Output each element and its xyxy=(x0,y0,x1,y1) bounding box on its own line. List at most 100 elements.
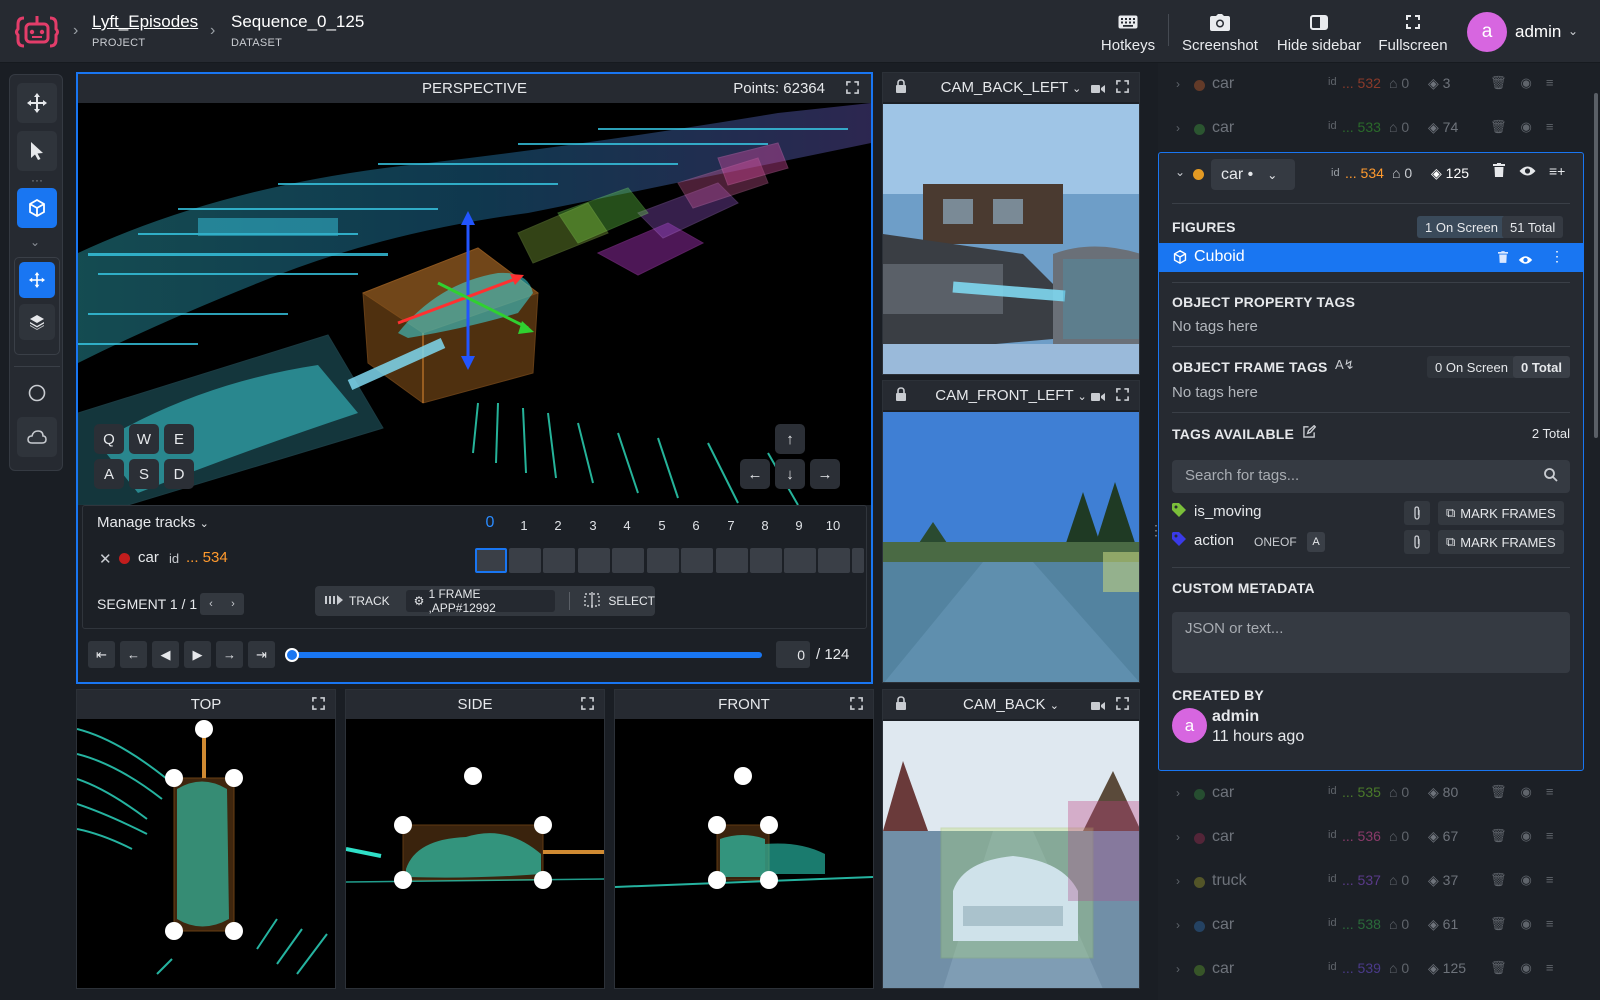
timeline-cell[interactable] xyxy=(852,548,864,573)
object-row[interactable]: › car id ... 536 ⌂ 0 ◈ 67 🗑◉≡ xyxy=(1158,816,1583,860)
object-row-actions[interactable]: 🗑◉≡ xyxy=(1490,872,1567,888)
chevron-down-icon[interactable]: ⌄ xyxy=(1175,165,1185,179)
figure-row[interactable]: Cuboid ⋮ xyxy=(1159,243,1583,272)
key-s[interactable]: S xyxy=(129,459,159,489)
hide-sidebar-button[interactable]: Hide sidebar xyxy=(1275,12,1363,54)
pointcloud-tool-button[interactable] xyxy=(17,417,57,457)
frame-number[interactable]: 2 xyxy=(543,518,573,533)
user-avatar[interactable]: a xyxy=(1467,12,1507,52)
camera-selector[interactable]: CAM_FRONT_LEFT ⌄ xyxy=(935,387,1086,404)
arrow-up-icon[interactable]: ↑ xyxy=(775,424,805,454)
front-view-canvas[interactable] xyxy=(615,719,873,988)
arrow-down-icon[interactable]: ↓ xyxy=(775,459,805,489)
cuboid-tool-button[interactable] xyxy=(17,188,57,228)
timeline-cell[interactable] xyxy=(818,548,850,573)
camera-selector[interactable]: CAM_BACK_LEFT ⌄ xyxy=(941,79,1082,96)
timeline-cell[interactable] xyxy=(784,548,816,573)
timeline-cell[interactable] xyxy=(612,548,644,573)
frame-number[interactable]: 5 xyxy=(647,518,677,533)
expand-icon[interactable] xyxy=(1116,388,1129,405)
object-row[interactable]: › truck id ... 537 ⌂ 0 ◈ 37 🗑◉≡ xyxy=(1158,860,1583,904)
hotkeys-button[interactable]: Hotkeys xyxy=(1096,12,1160,54)
chevron-right-icon[interactable]: › xyxy=(231,598,235,610)
arrow-left-icon[interactable]: ← xyxy=(740,459,770,489)
object-row[interactable]: › car id ... 539 ⌂ 0 ◈ 125 🗑◉≡ xyxy=(1158,948,1583,992)
transform-tool-button[interactable] xyxy=(19,262,55,298)
expand-icon[interactable] xyxy=(581,697,594,714)
timeline-cell[interactable] xyxy=(647,548,679,573)
timeline-slider-knob[interactable] xyxy=(285,648,299,662)
add-list-icon[interactable]: ≡+ xyxy=(1549,163,1565,179)
lock-icon[interactable] xyxy=(895,79,907,97)
timeline-cell[interactable] xyxy=(543,548,575,573)
pointcloud-3d-canvas[interactable]: Q W E A S D ↑ ← ↓ → xyxy=(78,103,871,505)
chevron-right-icon[interactable]: › xyxy=(1176,121,1180,135)
segment-pager[interactable]: ‹ › xyxy=(200,593,244,615)
paperclip-icon[interactable] xyxy=(1404,530,1430,554)
object-row-actions[interactable]: 🗑◉≡ xyxy=(1490,119,1567,135)
object-row-actions[interactable]: 🗑◉≡ xyxy=(1490,916,1567,932)
frame-number[interactable]: 6 xyxy=(681,518,711,533)
side-view-canvas[interactable] xyxy=(346,719,604,988)
key-e[interactable]: E xyxy=(164,424,194,454)
breadcrumb-project[interactable]: Lyft_Episodes PROJECT xyxy=(92,12,198,49)
eye-icon[interactable] xyxy=(1518,252,1533,270)
object-row-actions[interactable]: 🗑◉≡ xyxy=(1490,828,1567,844)
chevron-left-icon[interactable]: ‹ xyxy=(209,598,213,610)
timeline-cell[interactable] xyxy=(750,548,782,573)
first-frame-icon[interactable]: ⇤ xyxy=(88,641,115,668)
top-view-canvas[interactable] xyxy=(77,719,335,988)
last-frame-icon[interactable]: ⇥ xyxy=(248,641,275,668)
expand-icon[interactable] xyxy=(850,697,863,714)
frame-number[interactable]: 10 xyxy=(818,518,848,533)
edit-icon[interactable] xyxy=(1303,424,1317,443)
eye-icon[interactable] xyxy=(1519,164,1536,182)
arrow-right-icon[interactable]: → xyxy=(810,459,840,489)
object-row[interactable]: › car id ... 535 ⌂ 0 ◈ 80 🗑◉≡ xyxy=(1158,772,1583,816)
frame-number[interactable]: 7 xyxy=(716,518,746,533)
key-w[interactable]: W xyxy=(129,424,159,454)
app-logo-icon[interactable] xyxy=(14,12,60,52)
timeline-cell[interactable] xyxy=(509,548,541,573)
timeline-cell[interactable] xyxy=(681,548,713,573)
expand-icon[interactable] xyxy=(1116,80,1129,97)
trash-icon[interactable] xyxy=(1493,163,1505,182)
class-selector[interactable]: car • ⌄ xyxy=(1211,159,1295,190)
object-row[interactable]: › car id ... 532 ⌂ 0 ◈ 3 🗑◉≡ xyxy=(1158,63,1583,107)
prev-key-icon[interactable]: ← xyxy=(120,641,147,668)
play-icon[interactable]: ▶ xyxy=(184,641,211,668)
tag-search-input[interactable]: Search for tags... xyxy=(1172,460,1570,493)
video-icon[interactable] xyxy=(1091,389,1105,406)
chevron-down-icon[interactable]: ⌄ xyxy=(1568,24,1578,38)
close-icon[interactable]: ✕ xyxy=(99,550,112,568)
next-key-icon[interactable]: → xyxy=(216,641,243,668)
object-row[interactable]: › car id ... 538 ⌂ 0 ◈ 61 🗑◉≡ xyxy=(1158,904,1583,948)
paperclip-icon[interactable] xyxy=(1404,501,1430,525)
manage-tracks-dropdown[interactable]: Manage tracks ⌄ xyxy=(97,514,209,531)
user-name[interactable]: admin xyxy=(1515,22,1561,42)
fullscreen-button[interactable]: Fullscreen xyxy=(1378,12,1448,54)
frame-number[interactable]: 1 xyxy=(509,518,539,533)
object-row-actions[interactable]: 🗑◉≡ xyxy=(1490,75,1567,91)
point-tool-button[interactable] xyxy=(17,373,57,413)
chevron-right-icon[interactable]: › xyxy=(1176,786,1180,800)
project-name[interactable]: Lyft_Episodes xyxy=(92,12,198,32)
object-row-actions[interactable]: 🗑◉≡ xyxy=(1490,784,1567,800)
camera-image[interactable] xyxy=(883,721,1139,988)
mark-frames-button[interactable]: ⧉ MARK FRAMES xyxy=(1438,501,1564,525)
track-button[interactable]: TRACK xyxy=(349,594,390,608)
key-a[interactable]: A xyxy=(94,459,124,489)
video-icon[interactable] xyxy=(1091,81,1105,98)
frame-number[interactable]: 4 xyxy=(612,518,642,533)
camera-image[interactable] xyxy=(883,412,1139,682)
frame-number[interactable]: 8 xyxy=(750,518,780,533)
chevron-right-icon[interactable]: › xyxy=(1176,918,1180,932)
auto-tag-icon[interactable]: A↯ xyxy=(1335,357,1355,373)
screenshot-button[interactable]: Screenshot xyxy=(1180,12,1260,54)
frame-info-chip[interactable]: ⚙ 1 FRAME ,APP#12992 xyxy=(405,587,556,615)
video-icon[interactable] xyxy=(1091,698,1105,715)
expand-icon[interactable] xyxy=(1116,697,1129,714)
camera-image[interactable] xyxy=(883,104,1139,374)
key-d[interactable]: D xyxy=(164,459,194,489)
frame-number[interactable]: 3 xyxy=(578,518,608,533)
